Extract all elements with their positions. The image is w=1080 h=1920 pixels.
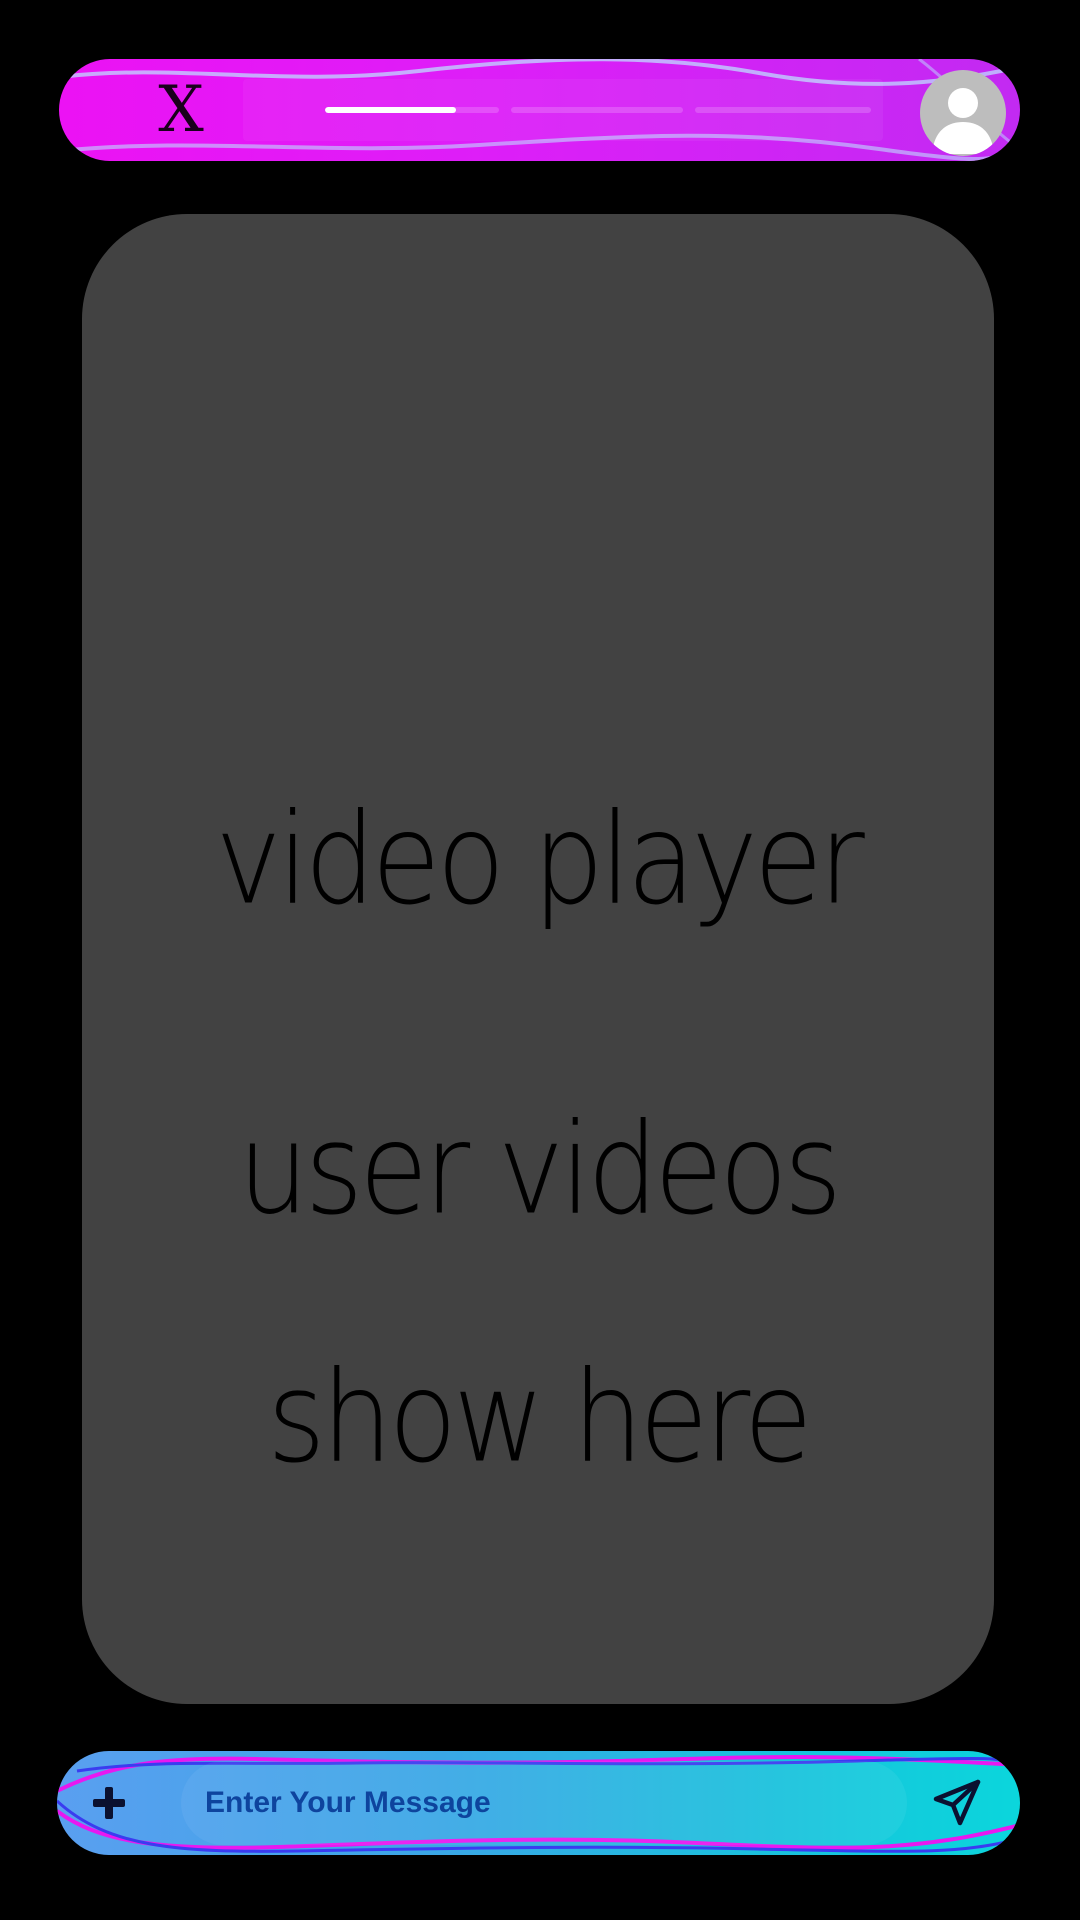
plus-icon: [93, 1787, 125, 1819]
message-input[interactable]: [181, 1761, 907, 1845]
user-avatar-icon[interactable]: [920, 70, 1006, 156]
story-progress-bar: [243, 79, 883, 141]
add-attachment-button[interactable]: [83, 1777, 135, 1829]
story-progress-segment: [695, 107, 871, 113]
video-placeholder-text: show here: [267, 1345, 812, 1491]
close-button[interactable]: X: [151, 77, 211, 143]
message-composer: [57, 1751, 1020, 1855]
video-placeholder-text: video player: [215, 787, 865, 933]
close-label: X: [158, 73, 204, 147]
send-button[interactable]: [927, 1773, 987, 1833]
story-progress-fill: [325, 107, 456, 113]
story-progress-segment: [325, 107, 499, 113]
story-header-bar: X: [59, 59, 1020, 161]
video-player[interactable]: video player user videos show here: [82, 214, 994, 1704]
story-progress-segment: [511, 107, 683, 113]
video-placeholder-text: user videos: [237, 1097, 842, 1243]
paper-plane-icon: [933, 1779, 981, 1826]
